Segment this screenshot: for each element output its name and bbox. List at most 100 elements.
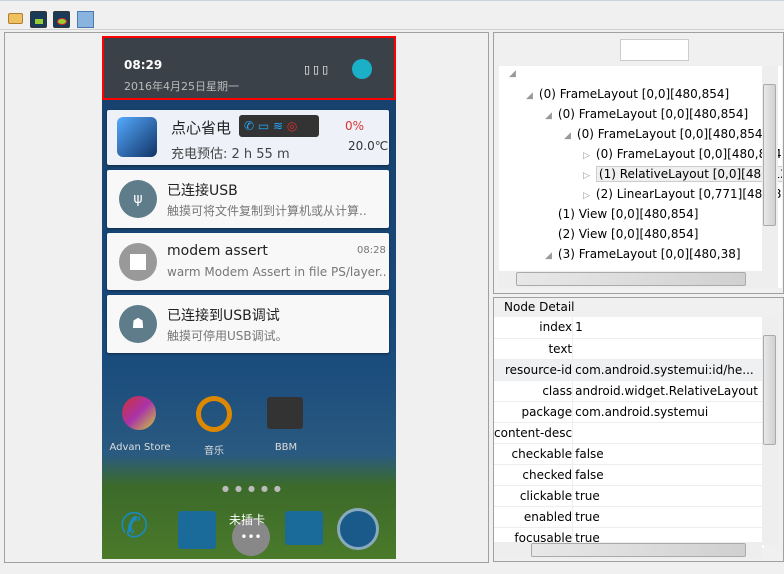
battery-percent: 0% <box>345 119 365 133</box>
notification-subtitle: warm Modem Assert in file PS/layer.. <box>167 265 387 279</box>
tree-node[interactable]: ◢ (0) FrameLayout [0,0][480,854] <box>499 124 782 144</box>
expander-icon[interactable]: ◢ <box>564 131 571 141</box>
root-expander-icon[interactable]: ◢ <box>509 69 516 79</box>
property-value: true <box>572 485 765 507</box>
temperature: 20.0℃ <box>348 139 389 153</box>
notification-modem-assert[interactable]: modem assert 08:28 warm Modem Assert in … <box>107 233 389 290</box>
tree-node-label: (1) RelativeLayout [0,0][480,128] <box>595 166 782 182</box>
tree-node[interactable]: ▷ (1) RelativeLayout [0,0][480,128] <box>499 164 782 184</box>
bbm-icon[interactable] <box>267 397 303 429</box>
device-screenshot-compressed-icon[interactable] <box>53 11 70 28</box>
property-value <box>572 338 765 360</box>
node-detail-panel: Node Detail index 1 text resource-id com.and… <box>493 297 784 562</box>
tree-node[interactable]: ▷ (0) FrameLayout [0,0][480,854] <box>499 144 782 164</box>
user-avatar-icon[interactable] <box>352 59 372 79</box>
property-name: text <box>548 341 573 356</box>
messages-icon[interactable] <box>285 511 323 545</box>
app-label[interactable]: 音乐 <box>179 442 249 457</box>
property-name: clickable <box>519 488 573 503</box>
device-screenshot[interactable]: 08:29 2016年4月25日星期一 ▯▯▯ 点心省电 ✆ ▭ ≋ ◎ 充电预… <box>102 36 396 559</box>
detail-row[interactable]: index 1 <box>494 317 765 339</box>
tree-node[interactable]: ◢ (3) FrameLayout [0,0][480,38] <box>499 244 782 264</box>
expander-icon[interactable]: ▷ <box>583 191 590 201</box>
expander-icon[interactable]: ◢ <box>545 111 552 121</box>
detail-row[interactable]: text <box>494 338 765 360</box>
tree-horizontal-scrollbar[interactable] <box>499 271 762 288</box>
property-name: index <box>539 320 573 335</box>
detail-row[interactable]: package com.android.systemui <box>494 401 765 423</box>
sim-status-icons: ▯▯▯ <box>304 63 332 76</box>
property-value: android.widget.RelativeLayout <box>572 380 765 402</box>
notification-usb[interactable]: ψ 已连接USB 触摸可将文件复制到计算机或从计算.. <box>107 170 389 228</box>
browser-icon[interactable] <box>337 508 379 550</box>
save-icon[interactable] <box>77 11 94 28</box>
notification-subtitle: 触摸可停用USB调试。 <box>167 329 288 343</box>
music-icon[interactable] <box>196 396 232 432</box>
notification-usb-debugging[interactable]: ☗ 已连接到USB调试 触摸可停用USB调试。 <box>107 295 389 353</box>
advan-store-icon[interactable] <box>122 396 156 430</box>
usb-icon: ψ <box>119 180 157 218</box>
tree-node-label: (0) FrameLayout [0,0][480,854] <box>595 147 782 161</box>
tree-node[interactable]: ◢ (0) FrameLayout [0,0][480,854] <box>499 104 782 124</box>
tree-node[interactable]: ◢ (0) FrameLayout [0,0][480,854] <box>499 84 782 104</box>
contacts-icon[interactable] <box>178 511 216 549</box>
property-name: class <box>542 383 573 398</box>
hierarchy-tree[interactable]: ◢ ◢ (0) FrameLayout [0,0][480,854] ◢ (0) Fr… <box>499 66 782 288</box>
detail-row[interactable]: enabled true <box>494 506 765 528</box>
property-value: false <box>572 464 765 486</box>
notification-subtitle: 触摸可将文件复制到计算机或从计算.. <box>167 204 367 218</box>
property-value: 1 <box>572 317 765 339</box>
notification-battery-saver[interactable]: 点心省电 ✆ ▭ ≋ ◎ 充电预估: 2 h 55 m 0% 20.0℃ <box>107 110 389 165</box>
expander-icon[interactable]: ◢ <box>526 91 533 101</box>
detail-row[interactable]: resource-id com.android.systemui:id/he... <box>494 359 765 381</box>
tree-node-label: (2) View [0,0][480,854] <box>557 227 699 241</box>
tree-search-box[interactable] <box>620 39 689 61</box>
notification-title: 点心省电 <box>171 119 232 137</box>
detail-horizontal-scrollbar[interactable] <box>494 542 762 559</box>
detail-vertical-scrollbar[interactable] <box>762 317 778 545</box>
property-name: enabled <box>523 509 573 524</box>
node-detail-table[interactable]: index 1 text resource-id com.android.systemu… <box>494 317 765 549</box>
stop-icon <box>119 243 157 281</box>
tree-node-label: (0) FrameLayout [0,0][480,854] <box>576 127 768 141</box>
tree-vertical-scrollbar[interactable] <box>762 66 778 288</box>
quick-toggle-icons[interactable]: ✆ ▭ ≋ ◎ <box>239 115 319 137</box>
notification-time: 08:28 <box>357 245 386 256</box>
property-value: com.android.systemui:id/he... <box>572 359 765 381</box>
toolbar <box>0 0 784 30</box>
notification-subtitle: 充电预估: 2 h 55 m <box>171 147 290 162</box>
detail-row[interactable]: clickable true <box>494 485 765 507</box>
property-value <box>572 422 765 444</box>
app-label[interactable]: Advan Store <box>105 442 175 453</box>
device-screenshot-icon[interactable] <box>30 11 47 28</box>
notification-title: 已连接到USB调试 <box>167 308 280 324</box>
tree-node[interactable]: ◢(2) View [0,0][480,854] <box>499 224 782 244</box>
tree-node-label: (0) FrameLayout [0,0][480,854] <box>538 87 730 101</box>
detail-row[interactable]: checked false <box>494 464 765 486</box>
property-value: true <box>572 506 765 528</box>
expander-icon[interactable]: ▷ <box>583 151 590 161</box>
tree-node-label: (2) LinearLayout [0,771][480,854] <box>595 187 782 201</box>
property-name: content-desc <box>494 425 573 440</box>
battery-app-icon <box>117 117 157 157</box>
tree-node[interactable]: ▷ (2) LinearLayout [0,771][480,854] <box>499 184 782 204</box>
phone-icon[interactable]: ✆ <box>120 506 149 546</box>
open-folder-icon[interactable] <box>8 13 23 24</box>
page-indicator: ●●●●● <box>222 484 287 493</box>
node-detail-title: Node Detail <box>502 300 577 314</box>
tree-node-label: (1) View [0,0][480,854] <box>557 207 699 221</box>
property-value: false <box>572 443 765 465</box>
tree-node[interactable]: ◢(1) View [0,0][480,854] <box>499 204 782 224</box>
expander-icon[interactable]: ◢ <box>545 251 552 261</box>
tree-node-label: (3) FrameLayout [0,0][480,38] <box>557 247 741 261</box>
detail-row[interactable]: checkable false <box>494 443 765 465</box>
notification-header-selected[interactable]: 08:29 2016年4月25日星期一 ▯▯▯ <box>102 36 396 100</box>
detail-row[interactable]: class android.widget.RelativeLayout <box>494 380 765 402</box>
android-debug-icon: ☗ <box>119 305 157 343</box>
expander-icon[interactable]: ▷ <box>583 171 590 181</box>
clock: 08:29 <box>124 58 163 72</box>
notification-title: 已连接USB <box>167 183 238 199</box>
app-label[interactable]: BBM <box>251 442 321 453</box>
detail-row[interactable]: content-desc <box>494 422 765 444</box>
property-name: resource-id <box>504 362 573 377</box>
